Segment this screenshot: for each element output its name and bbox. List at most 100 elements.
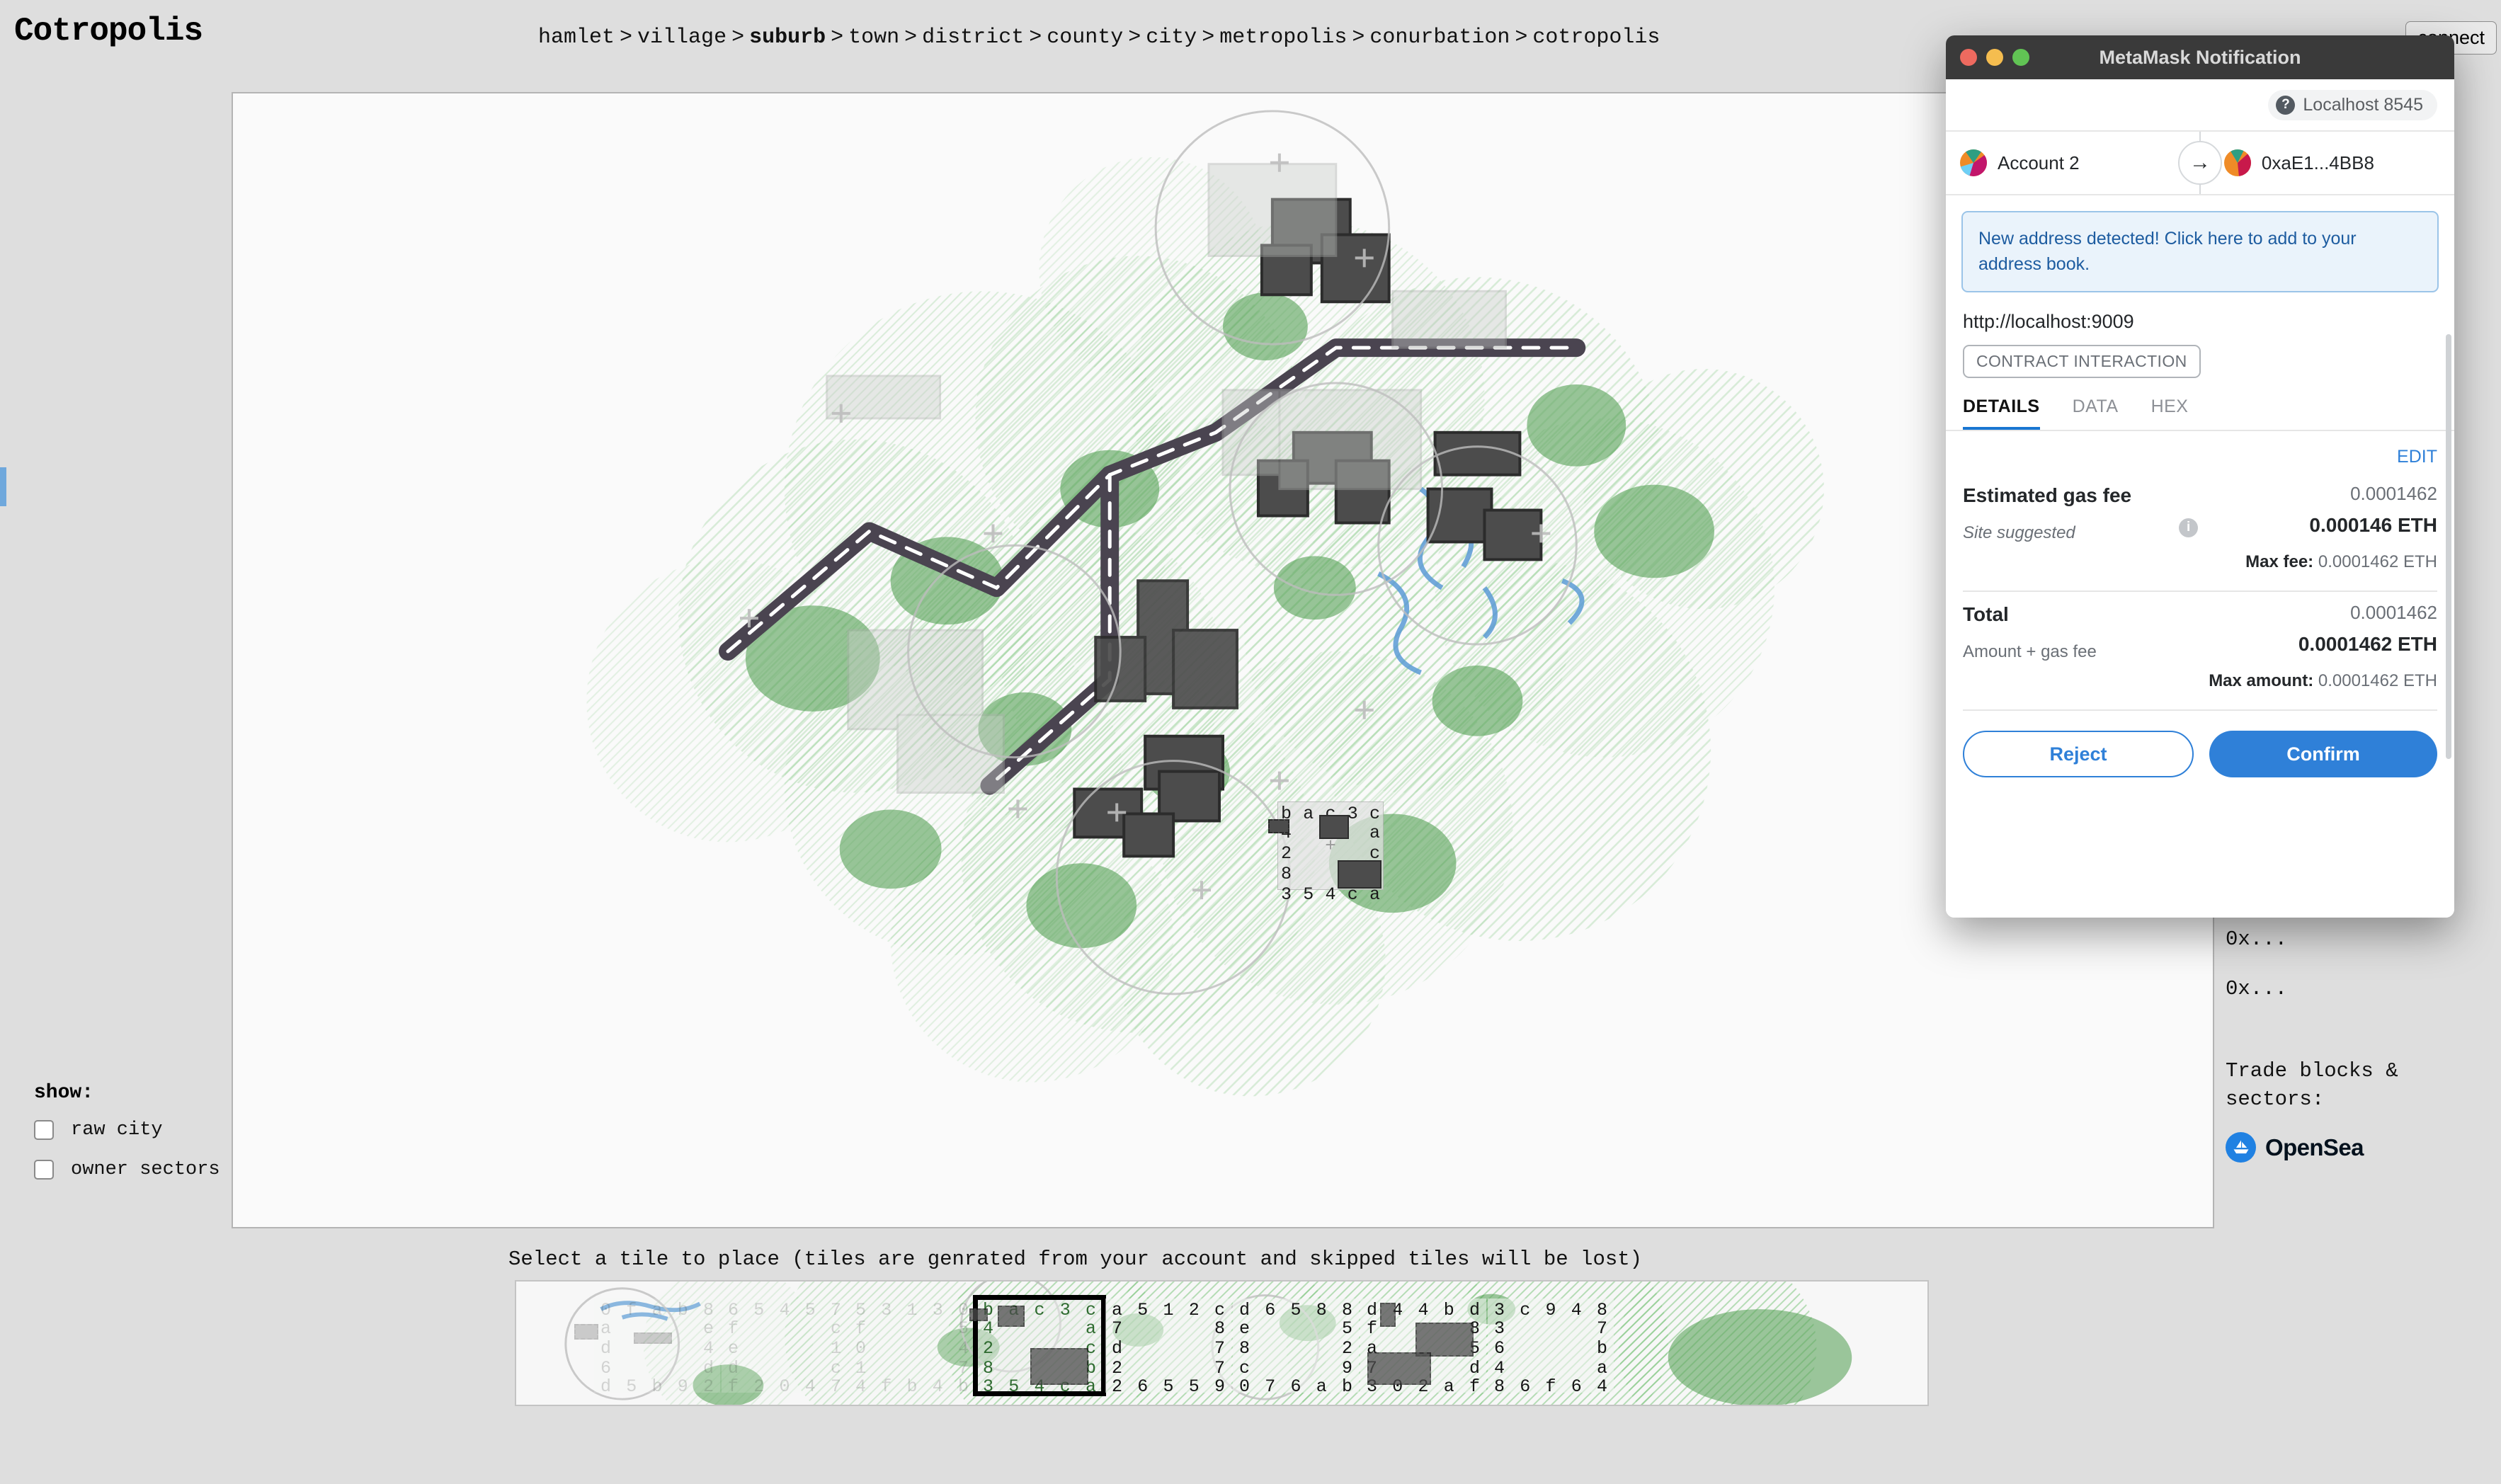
network-selector[interactable]: ? Localhost 8545: [2268, 89, 2437, 120]
tile-option-4[interactable]: bac3c4a2c8b354ca: [969, 1295, 1106, 1397]
hex-char: 2: [1112, 1376, 1123, 1397]
breadcrumb-item-village[interactable]: village: [637, 25, 727, 50]
hex-char: a: [1112, 1300, 1123, 1320]
show-option-row[interactable]: raw city: [34, 1119, 220, 1141]
tile-picker-strip[interactable]: 0fab8aed46dd5b9265457fce1dcf204753130f50…: [515, 1280, 1929, 1406]
breadcrumb-item-district[interactable]: district: [922, 25, 1024, 50]
checkbox-owner-sectors[interactable]: [34, 1160, 54, 1180]
wallet-address-1[interactable]: 0x...: [2226, 928, 2495, 951]
new-address-banner[interactable]: New address detected! Click here to add …: [1961, 211, 2439, 292]
breadcrumb-separator: >: [1029, 25, 1042, 50]
breadcrumb-separator: >: [831, 25, 844, 50]
hex-char: 0: [779, 1376, 790, 1397]
metamask-notification-window[interactable]: MetaMask Notification ? Localhost 8545 A…: [1946, 35, 2454, 918]
city-map-canvas[interactable]: bac3c 4a 2c 8b 354ca +: [232, 92, 2214, 1228]
hex-char: 4: [804, 1376, 816, 1397]
hex-char: f: [728, 1376, 739, 1397]
tile-option-1[interactable]: 0fab8aed46dd5b92: [574, 1298, 720, 1397]
hex-char: 5: [957, 1318, 969, 1339]
hex-char: 7: [1112, 1318, 1123, 1339]
sailboat-icon: [2233, 1140, 2248, 1153]
gas-fee-subtitle: Site suggested: [1963, 523, 2075, 542]
tile-hex-row: 27: [1105, 1358, 1231, 1379]
hex-char: 3: [1494, 1300, 1505, 1320]
hex-char: 8: [1214, 1318, 1225, 1339]
tab-data[interactable]: DATA: [2073, 396, 2119, 430]
breadcrumb-item-hamlet[interactable]: hamlet: [538, 25, 615, 50]
hex-char: 4: [855, 1376, 867, 1397]
tile-option-7[interactable]: d44bdf8a57d302af: [1360, 1298, 1486, 1397]
from-account[interactable]: Account 2: [1960, 149, 2176, 176]
hex-char: b: [1341, 1376, 1352, 1397]
edit-gas-button[interactable]: EDIT: [1963, 431, 2437, 473]
hex-char: 7: [830, 1376, 841, 1397]
breadcrumb-item-town[interactable]: town: [848, 25, 899, 50]
breadcrumb-item-county[interactable]: county: [1047, 25, 1123, 50]
breadcrumb-item-conurbation[interactable]: conurbation: [1369, 25, 1510, 50]
hex-char: 0: [855, 1338, 867, 1359]
show-option-row[interactable]: owner sectors: [34, 1159, 220, 1180]
breadcrumb-item-metropolis[interactable]: metropolis: [1219, 25, 1347, 50]
tile-hex-row: 4fb4b: [849, 1376, 975, 1397]
map-tile-block-b: [1338, 860, 1381, 889]
hex-char: d: [1469, 1358, 1480, 1379]
from-account-name: Account 2: [1998, 152, 2080, 173]
hex-char: 8: [1239, 1338, 1250, 1359]
tile-hex-row: 4a: [1488, 1358, 1614, 1379]
map-tile-r2-right: a: [1369, 823, 1380, 843]
hex-char: d: [1112, 1338, 1123, 1359]
hex-char: 9: [1214, 1376, 1225, 1397]
network-row: ? Localhost 8545: [1946, 79, 2454, 132]
hex-char: 7: [1265, 1376, 1276, 1397]
wallet-address-2[interactable]: 0x...: [2226, 977, 2495, 1000]
hex-char: d: [1239, 1300, 1250, 1320]
hex-char: 5: [626, 1376, 637, 1397]
hex-char: d: [1367, 1300, 1378, 1320]
hex-char: 4: [1418, 1300, 1429, 1320]
hex-char: 4: [1325, 884, 1336, 905]
tile-option-5[interactable]: a512c78d72726559: [1105, 1298, 1231, 1397]
hex-char: a: [1443, 1376, 1454, 1397]
tile-hex-row: 3c948: [1488, 1300, 1614, 1320]
total-subtitle: Amount + gas fee: [1963, 642, 2097, 661]
metamask-tabs[interactable]: DETAILS DATA HEX: [1946, 378, 2454, 431]
hex-char: 6: [1265, 1300, 1276, 1320]
opensea-link[interactable]: OpenSea: [2226, 1132, 2495, 1163]
metamask-scrollbar[interactable]: [2446, 334, 2451, 759]
gas-fee-approx: 0.0001462: [2350, 483, 2437, 504]
tab-hex[interactable]: HEX: [2151, 396, 2189, 430]
hex-char: 2: [1112, 1358, 1123, 1379]
tile-hex-row: d7: [1105, 1338, 1231, 1359]
estimated-gas-fee-row: Estimated gas fee Site suggested i 0.000…: [1963, 473, 2437, 592]
tile-option-3[interactable]: 53130f504174fb4b: [849, 1298, 975, 1397]
reject-button[interactable]: Reject: [1963, 731, 2194, 777]
to-account[interactable]: 0xaE1...4BB8: [2223, 149, 2440, 176]
hex-char: d: [728, 1358, 739, 1379]
hex-char: 3: [881, 1300, 892, 1320]
metamask-body: ? Localhost 8545 Account 2 → 0xaE1...4BB…: [1946, 79, 2454, 918]
tile-option-6[interactable]: d6588e582c9076ab: [1233, 1298, 1359, 1397]
hex-char: b: [1596, 1338, 1607, 1359]
breadcrumb-item-city[interactable]: city: [1146, 25, 1197, 50]
tab-details[interactable]: DETAILS: [1963, 396, 2040, 430]
tile-option-2[interactable]: 65457fce1dcf2047: [722, 1298, 848, 1397]
hex-char: a: [1085, 1318, 1096, 1339]
accounts-row: Account 2 → 0xaE1...4BB8: [1946, 132, 2454, 195]
hex-char: b: [677, 1300, 688, 1320]
hex-char: c: [830, 1358, 841, 1379]
hex-char: 5: [804, 1300, 816, 1320]
checkbox-raw-city[interactable]: [34, 1120, 54, 1140]
breadcrumb-item-cotropolis[interactable]: cotropolis: [1532, 25, 1660, 50]
transfer-arrow-icon: →: [2178, 141, 2222, 185]
tile-option-8[interactable]: 3c948376b4a86f64: [1488, 1298, 1614, 1397]
map-hex-tile-preview[interactable]: bac3c 4a 2c 8b 354ca +: [1268, 801, 1384, 905]
info-icon[interactable]: i: [2179, 518, 2199, 537]
breadcrumb-separator: >: [620, 25, 633, 50]
metamask-titlebar[interactable]: MetaMask Notification: [1946, 35, 2454, 79]
breadcrumb-item-suburb[interactable]: suburb: [749, 25, 826, 50]
hex-char: c: [1214, 1300, 1225, 1320]
total-max: Max amount: 0.0001462 ETH: [2209, 671, 2437, 691]
tile-hex-row: 6d: [594, 1358, 720, 1379]
confirm-button[interactable]: Confirm: [2209, 731, 2437, 777]
hex-char: 1: [855, 1358, 867, 1379]
